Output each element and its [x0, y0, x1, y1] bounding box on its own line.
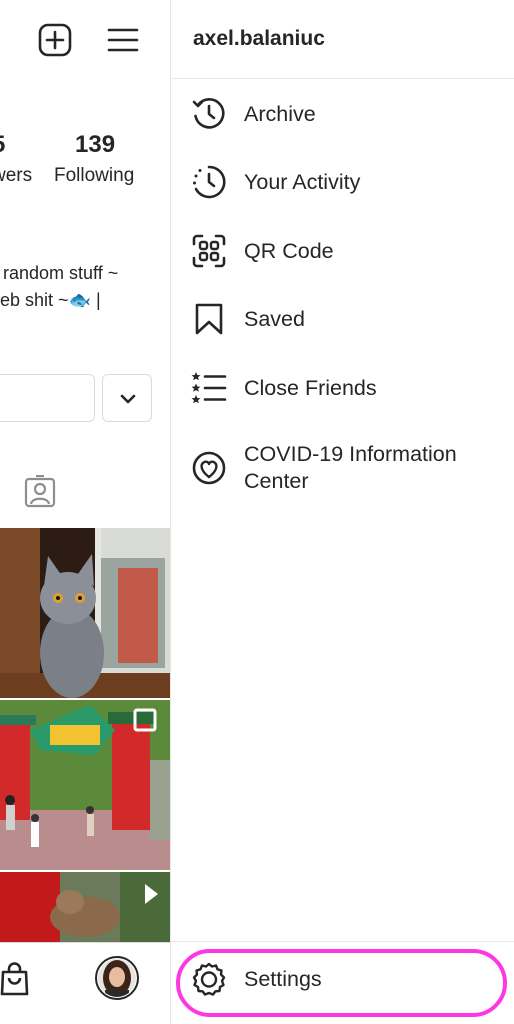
- menu-item-label: QR Code: [244, 238, 334, 263]
- following-label[interactable]: Following: [54, 165, 134, 187]
- suggestions-dropdown-button[interactable]: [102, 374, 152, 422]
- post-thumbnail-cat-car[interactable]: [0, 872, 170, 942]
- menu-item-archive[interactable]: Archive: [191, 96, 501, 132]
- side-drawer: axel.balaniuc Archive Your Activity QR C…: [170, 0, 514, 1024]
- settings-label: Settings: [244, 966, 322, 991]
- followers-label[interactable]: wers: [0, 165, 32, 187]
- shop-bag-icon[interactable]: [0, 961, 30, 997]
- profile-background: 5 wers 139 Following random stuff ~ eb s…: [0, 0, 170, 1024]
- settings-content: Settings: [191, 961, 501, 997]
- covid-heart-icon: [192, 451, 226, 485]
- menu-item-settings[interactable]: Settings: [171, 941, 514, 1024]
- following-count: 139: [75, 131, 116, 158]
- post-thumbnail-park[interactable]: [0, 700, 170, 870]
- menu-item-label: Your Activity: [244, 169, 361, 194]
- close-friends-list-icon: [191, 372, 227, 404]
- activity-clock-icon: [193, 165, 226, 199]
- bio-line-1: random stuff ~: [3, 263, 119, 283]
- menu-item-close-friends[interactable]: Close Friends: [191, 370, 501, 406]
- drawer-header: axel.balaniuc: [171, 0, 514, 79]
- menu-item-label: Archive: [244, 101, 316, 126]
- menu-item-saved[interactable]: Saved: [191, 301, 501, 337]
- profile-avatar[interactable]: [95, 956, 139, 1000]
- bio-line-2: eb shit ~🐟 |: [0, 290, 101, 310]
- drawer-username: axel.balaniuc: [193, 27, 325, 50]
- menu-item-qr-code[interactable]: QR Code: [191, 233, 501, 269]
- chevron-down-icon: [120, 394, 136, 404]
- menu-item-your-activity[interactable]: Your Activity: [191, 164, 501, 200]
- menu-item-label: COVID-19 Information Center: [244, 442, 457, 493]
- tagged-posts-icon[interactable]: [23, 475, 57, 509]
- followers-count: 5: [0, 131, 5, 159]
- post-thumbnail-cat[interactable]: [0, 528, 170, 698]
- bottom-navigation: [0, 942, 170, 1024]
- menu-icon[interactable]: [105, 22, 141, 58]
- edit-profile-button[interactable]: [0, 374, 95, 422]
- menu-item-label: Saved: [244, 306, 305, 331]
- new-post-icon[interactable]: [37, 22, 73, 58]
- menu-item-label: Close Friends: [244, 375, 377, 400]
- bookmark-icon: [195, 303, 223, 335]
- gear-icon: [192, 962, 226, 996]
- qr-code-icon: [192, 234, 226, 268]
- menu-item-covid-info[interactable]: COVID-19 Information Center: [191, 441, 501, 495]
- archive-clock-icon: [192, 98, 225, 129]
